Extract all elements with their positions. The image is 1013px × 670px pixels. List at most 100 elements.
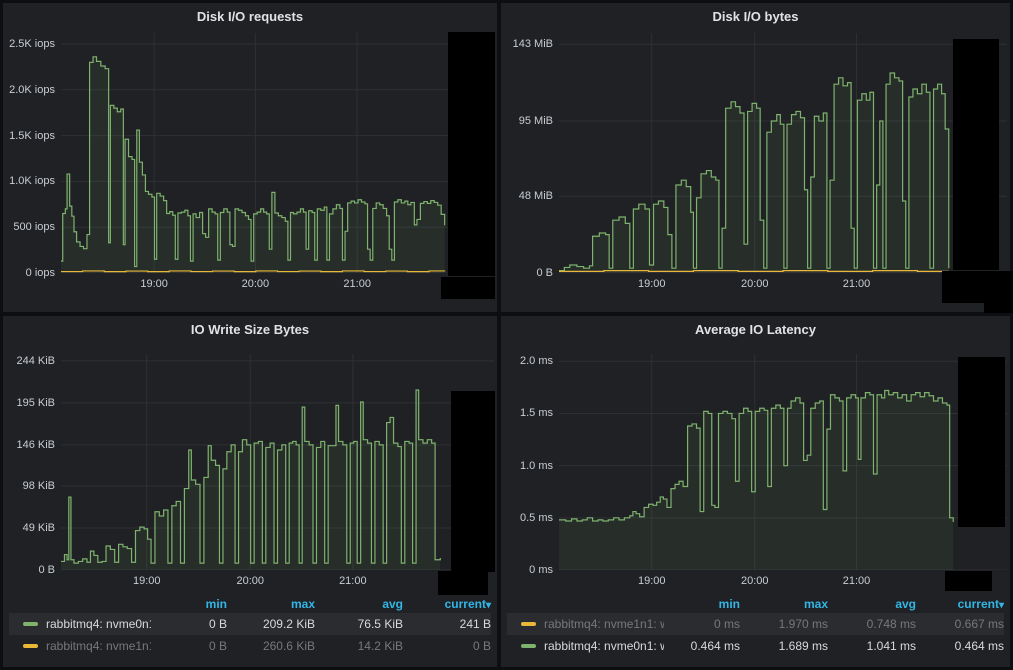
y-tick-label: 2.0K iops [9, 84, 55, 96]
legend-row[interactable]: rabbitmq4: nvme0n1: write0 B209.2 KiB76.… [9, 613, 491, 635]
series-line [61, 271, 445, 272]
legend-value-min: 0 ms [664, 617, 740, 631]
panel-title[interactable]: IO Write Size Bytes [3, 322, 497, 337]
legend-value-max: 1.970 ms [740, 617, 828, 631]
legend-value-avg: 76.5 KiB [315, 617, 403, 631]
legend-series-label[interactable]: rabbitmq4: nvme1n1: write [544, 617, 664, 631]
chart-canvas[interactable] [559, 33, 1007, 273]
legend-series-label[interactable]: rabbitmq4: nvme0n1: write [544, 639, 664, 653]
chart-canvas[interactable] [61, 354, 494, 570]
redaction-box [438, 571, 488, 595]
legend-header-min[interactable]: min [664, 597, 740, 611]
chart-plot[interactable] [61, 33, 494, 273]
y-tick-label: 98 KiB [23, 480, 55, 492]
legend-series-label[interactable]: rabbitmq4: nvme0n1: write [46, 617, 151, 631]
x-tick-label: 20:00 [741, 575, 769, 587]
y-axis: 244 KiB195 KiB146 KiB98 KiB49 KiB0 B [3, 354, 55, 570]
legend-header-min[interactable]: min [151, 597, 227, 611]
x-tick-label: 19:00 [133, 575, 161, 587]
legend-value-current: 0 B [403, 639, 491, 653]
y-tick-label: 49 KiB [23, 522, 55, 534]
panel-disk-io-requests: Disk I/O requests 2.5K iops 2.0K iops 1.5K… [3, 3, 497, 312]
panel-title[interactable]: Disk I/O bytes [501, 9, 1010, 24]
legend-value-avg: 14.2 KiB [315, 639, 403, 653]
y-axis: 2.5K iops2.0K iops1.5K iops1.0K iops500 … [3, 33, 55, 273]
y-tick-label: 0 ms [529, 564, 553, 576]
x-axis: 19:00 20:00 21:00 [61, 278, 494, 292]
panel-title[interactable]: Disk I/O requests [3, 9, 497, 24]
legend-value-current: 0.667 ms [916, 617, 1004, 631]
y-tick-label: 2.0 ms [520, 355, 553, 367]
legend-value-min: 0 B [151, 617, 227, 631]
x-tick-label: 19:00 [638, 575, 666, 587]
legend-header-row: minmaxavgcurrent▾ [507, 595, 1004, 613]
legend-series-swatch[interactable] [521, 622, 536, 626]
chart-plot[interactable] [559, 33, 1007, 273]
x-tick-label: 21:00 [843, 278, 871, 290]
y-tick-label: 1.0 ms [520, 460, 553, 472]
legend-header-max[interactable]: max [740, 597, 828, 611]
y-tick-label: 48 MiB [519, 190, 553, 202]
redaction-box [953, 39, 999, 270]
x-tick-label: 21:00 [339, 575, 367, 587]
sort-caret-icon: ▾ [999, 600, 1004, 611]
series-fill [61, 57, 445, 273]
legend-header-avg[interactable]: avg [315, 597, 403, 611]
chart-canvas[interactable] [559, 354, 1007, 570]
sort-caret-icon: ▾ [486, 600, 491, 611]
y-tick-label: 0 B [38, 564, 55, 576]
chart-plot[interactable] [559, 354, 1007, 570]
x-tick-label: 21:00 [843, 575, 871, 587]
legend-value-max: 1.689 ms [740, 639, 828, 653]
legend-header-avg[interactable]: avg [828, 597, 916, 611]
legend: minmaxavgcurrent▾rabbitmq4: nvme0n1: wri… [9, 595, 491, 661]
legend-series-label[interactable]: rabbitmq4: nvme1n1: write [46, 639, 151, 653]
x-tick-label: 21:00 [343, 278, 371, 290]
x-tick-label: 20:00 [242, 278, 270, 290]
redaction-box [441, 277, 495, 299]
legend-header-current[interactable]: current▾ [916, 597, 1004, 611]
y-tick-label: 1.5K iops [9, 130, 55, 142]
legend-row[interactable]: rabbitmq4: nvme1n1: write0 B260.6 KiB14.… [9, 635, 491, 657]
y-tick-label: 195 KiB [16, 397, 55, 409]
legend-header-row: minmaxavgcurrent▾ [9, 595, 491, 613]
legend-header-current[interactable]: current▾ [403, 597, 491, 611]
y-tick-label: 0 iops [26, 267, 55, 279]
legend-series-swatch[interactable] [521, 644, 536, 648]
x-axis: 19:00 20:00 21:00 [559, 575, 1007, 589]
y-axis: 143 MiB95 MiB48 MiB0 B [501, 33, 553, 273]
redaction-box [942, 271, 1013, 303]
y-tick-label: 143 MiB [513, 38, 553, 50]
legend-value-max: 209.2 KiB [227, 617, 315, 631]
x-tick-label: 19:00 [140, 278, 168, 290]
y-tick-label: 1.0K iops [9, 175, 55, 187]
chart-plot[interactable] [61, 354, 494, 570]
legend-value-avg: 0.748 ms [828, 617, 916, 631]
redaction-box [958, 357, 1005, 527]
panel-io-write-size-bytes: IO Write Size Bytes 244 KiB 195 KiB 146 Ki… [3, 316, 497, 667]
panel-disk-io-bytes: Disk I/O bytes 143 MiB95 MiB48 MiB0 B 19… [501, 3, 1010, 312]
y-tick-label: 0.5 ms [520, 512, 553, 524]
chart-canvas[interactable] [61, 33, 494, 273]
y-tick-label: 244 KiB [16, 355, 55, 367]
legend-header-max[interactable]: max [227, 597, 315, 611]
legend: minmaxavgcurrent▾rabbitmq4: nvme1n1: wri… [507, 595, 1004, 661]
y-tick-label: 146 KiB [16, 439, 55, 451]
legend-value-current: 241 B [403, 617, 491, 631]
redaction-box [451, 391, 495, 572]
redaction-box [945, 571, 992, 591]
y-tick-label: 2.5K iops [9, 38, 55, 50]
x-axis: 19:0020:0021:00 [559, 278, 1007, 292]
y-axis: 2.0 ms1.5 ms1.0 ms0.5 ms0 ms [501, 354, 553, 570]
legend-row[interactable]: rabbitmq4: nvme0n1: write0.464 ms1.689 m… [507, 635, 1004, 657]
legend-row[interactable]: rabbitmq4: nvme1n1: write0 ms1.970 ms0.7… [507, 613, 1004, 635]
x-axis: 19:0020:0021:00 [61, 575, 494, 589]
legend-series-swatch[interactable] [23, 622, 38, 626]
redaction-box [984, 302, 1013, 313]
redaction-box [448, 32, 495, 276]
x-tick-label: 20:00 [741, 278, 769, 290]
legend-value-avg: 1.041 ms [828, 639, 916, 653]
series-fill [559, 391, 953, 570]
panel-title[interactable]: Average IO Latency [501, 322, 1010, 337]
legend-series-swatch[interactable] [23, 644, 38, 648]
